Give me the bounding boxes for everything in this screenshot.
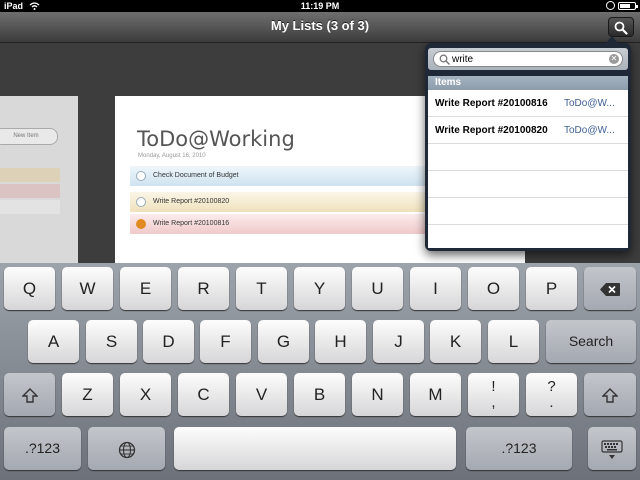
globe-key[interactable] xyxy=(88,427,165,470)
key-d[interactable]: D xyxy=(143,320,194,363)
key-q[interactable]: Q xyxy=(4,267,55,310)
status-bar: iPad 11:19 PM xyxy=(0,0,640,12)
section-header: Items xyxy=(428,76,628,90)
key-question-period[interactable]: ? . xyxy=(526,373,577,416)
key-x[interactable]: X xyxy=(120,373,171,416)
key-s[interactable]: S xyxy=(86,320,137,363)
numbers-key-left[interactable]: .?123 xyxy=(4,427,81,470)
page-title: My Lists (3 of 3) xyxy=(270,18,370,33)
shift-icon xyxy=(601,388,619,403)
key-g[interactable]: G xyxy=(258,320,309,363)
search-bar: ✕ xyxy=(428,48,628,70)
status-time: 11:19 PM xyxy=(300,1,340,11)
list-date: Monday, August 16, 2010 xyxy=(138,153,206,159)
key-n[interactable]: N xyxy=(352,373,403,416)
key-t[interactable]: T xyxy=(236,267,287,310)
key-z[interactable]: Z xyxy=(62,373,113,416)
list-row xyxy=(0,200,60,214)
key-v[interactable]: V xyxy=(236,373,287,416)
key-j[interactable]: J xyxy=(373,320,424,363)
search-results: Items Write Report #20100816 ToDo@W... W… xyxy=(428,76,628,248)
key-a[interactable]: A xyxy=(28,320,79,363)
empty-row xyxy=(428,144,628,171)
key-b[interactable]: B xyxy=(294,373,345,416)
result-name: Write Report #20100816 xyxy=(435,98,548,109)
key-y[interactable]: Y xyxy=(294,267,345,310)
status-right xyxy=(606,1,638,10)
search-field[interactable]: ✕ xyxy=(433,51,623,67)
space-bar[interactable] xyxy=(174,427,456,470)
result-name: Write Report #20100820 xyxy=(435,125,548,136)
keyboard-dismiss-key[interactable] xyxy=(588,427,636,470)
key-k[interactable]: K xyxy=(430,320,481,363)
key-top-char: ? xyxy=(547,378,556,395)
result-list: ToDo@W... xyxy=(564,125,615,136)
key-exclaim-comma[interactable]: ! , xyxy=(468,373,519,416)
search-icon xyxy=(439,54,450,65)
list-title: ToDo@Working xyxy=(137,127,295,151)
shift-icon xyxy=(20,388,39,403)
key-e[interactable]: E xyxy=(120,267,171,310)
popover-arrow xyxy=(605,36,619,44)
previous-list-card[interactable]: New Item xyxy=(0,96,78,263)
search-input[interactable] xyxy=(452,52,602,66)
key-m[interactable]: M xyxy=(410,373,461,416)
key-r[interactable]: R xyxy=(178,267,229,310)
todo-label: Check Document of Budget xyxy=(153,172,239,179)
shift-key-left[interactable] xyxy=(4,373,55,416)
numbers-key-right[interactable]: .?123 xyxy=(466,427,572,470)
list-row xyxy=(0,184,60,198)
navigation-bar: My Lists (3 of 3) xyxy=(0,12,640,43)
todo-label: Write Report #20100820 xyxy=(153,198,230,205)
key-top-char: ! xyxy=(491,378,496,395)
clear-icon[interactable]: ✕ xyxy=(609,54,619,64)
empty-row xyxy=(428,171,628,198)
list-row xyxy=(0,168,60,182)
key-h[interactable]: H xyxy=(315,320,366,363)
key-w[interactable]: W xyxy=(62,267,113,310)
key-p[interactable]: P xyxy=(526,267,577,310)
priority-icon xyxy=(136,219,146,229)
key-o[interactable]: O xyxy=(468,267,519,310)
backspace-icon xyxy=(600,283,620,297)
globe-icon xyxy=(118,441,135,458)
key-l[interactable]: L xyxy=(488,320,539,363)
result-list: ToDo@W... xyxy=(564,98,615,109)
empty-row xyxy=(428,198,628,225)
key-bottom-char: , xyxy=(491,394,496,411)
search-key[interactable]: Search xyxy=(546,320,636,363)
key-c[interactable]: C xyxy=(178,373,229,416)
key-f[interactable]: F xyxy=(200,320,251,363)
keyboard-dismiss-icon xyxy=(601,439,623,459)
search-button[interactable] xyxy=(608,17,634,37)
rotation-lock-icon xyxy=(606,1,615,10)
key-bottom-char: . xyxy=(549,394,554,411)
search-icon xyxy=(614,21,628,35)
chevron-icon xyxy=(136,171,146,181)
search-popover: ✕ Items Write Report #20100816 ToDo@W...… xyxy=(425,36,631,251)
key-u[interactable]: U xyxy=(352,267,403,310)
empty-row xyxy=(428,225,628,248)
result-row[interactable]: Write Report #20100816 ToDo@W... xyxy=(428,90,628,117)
key-i[interactable]: I xyxy=(410,267,461,310)
keyboard: Q W E R T Y U I O P A S D F G H J K L Se… xyxy=(0,263,640,480)
new-item-button[interactable]: New Item xyxy=(0,128,58,145)
backspace-key[interactable] xyxy=(584,267,636,310)
battery-icon xyxy=(618,1,638,10)
chevron-icon xyxy=(136,197,146,207)
result-row[interactable]: Write Report #20100820 ToDo@W... xyxy=(428,117,628,144)
todo-label: Write Report #20100816 xyxy=(153,220,230,227)
shift-key-right[interactable] xyxy=(584,373,636,416)
